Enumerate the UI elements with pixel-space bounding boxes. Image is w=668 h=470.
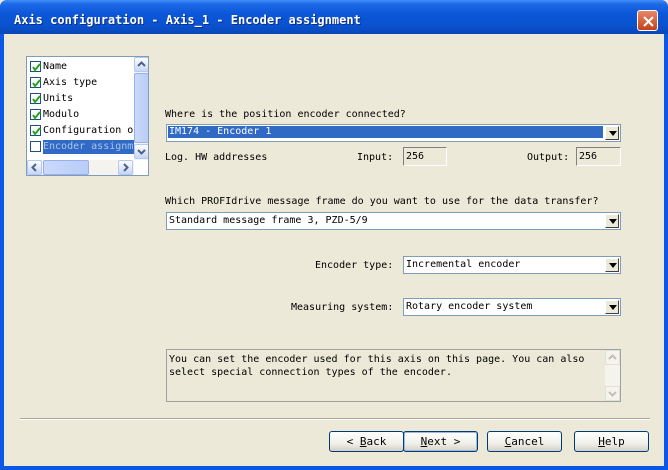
- input-address-field: 256: [403, 147, 447, 166]
- dialog-client-area: Name Axis type Units Modulo Configuratio…: [4, 34, 664, 466]
- input-address-value: 256: [406, 151, 425, 162]
- output-address-label: Output:: [527, 152, 570, 163]
- tree-vertical-scrollbar[interactable]: [134, 57, 148, 160]
- tree-item-label: Axis type: [43, 77, 98, 88]
- checkbox-checked-icon[interactable]: [30, 93, 41, 104]
- window-title: Axis configuration - Axis_1 - Encoder as…: [14, 13, 361, 27]
- encoder-connection-select[interactable]: IM174 - Encoder 1: [166, 124, 621, 142]
- dialog-window: Axis configuration - Axis_1 - Encoder as…: [0, 0, 668, 470]
- scroll-up-icon[interactable]: [134, 57, 148, 72]
- dropdown-arrow-icon[interactable]: [605, 300, 619, 314]
- input-address-label: Input:: [357, 152, 394, 163]
- scroll-up-icon: [605, 350, 620, 365]
- encoder-connection-value: IM174 - Encoder 1: [168, 126, 603, 138]
- profidrive-frame-select[interactable]: Standard message frame 3, PZD-5/9: [166, 212, 621, 230]
- dropdown-arrow-icon[interactable]: [605, 126, 619, 140]
- help-button[interactable]: Help: [574, 431, 649, 452]
- profidrive-frame-value: Standard message frame 3, PZD-5/9: [169, 215, 368, 226]
- encoder-type-value: Incremental encoder: [406, 259, 521, 270]
- info-text-box: You can set the encoder used for this ax…: [166, 349, 621, 402]
- scroll-thumb[interactable]: [43, 160, 89, 175]
- tree-item-modulo[interactable]: Modulo: [29, 107, 135, 123]
- checkbox-checked-icon[interactable]: [30, 109, 41, 120]
- info-text: You can set the encoder used for this ax…: [169, 354, 585, 378]
- tree-item-encoder-assignment[interactable]: Encoder assignm: [29, 139, 135, 155]
- tree-item-label: Configuration o: [43, 125, 134, 136]
- separator: [20, 418, 650, 420]
- info-scrollbar: [605, 350, 620, 401]
- measuring-system-value: Rotary encoder system: [406, 301, 533, 312]
- tree-item-label: Encoder assignm: [43, 140, 135, 154]
- back-button-prefix: <: [346, 435, 360, 448]
- tree-item-units[interactable]: Units: [29, 91, 135, 107]
- tree-item-axis-type[interactable]: Axis type: [29, 75, 135, 91]
- back-button[interactable]: < Back: [329, 431, 404, 452]
- dropdown-arrow-icon[interactable]: [605, 258, 619, 272]
- checkbox-checked-icon[interactable]: [30, 125, 41, 136]
- cancel-button[interactable]: Cancel: [487, 431, 562, 452]
- tree-item-label: Name: [43, 61, 68, 72]
- scroll-right-icon[interactable]: [118, 160, 133, 175]
- checkbox-checked-icon[interactable]: [30, 61, 41, 72]
- encoder-type-label: Encoder type:: [315, 260, 394, 271]
- scroll-left-icon[interactable]: [27, 160, 42, 175]
- help-button-accelerator: H: [598, 435, 605, 448]
- encoder-connection-question: Where is the position encoder connected?: [165, 109, 406, 120]
- checkbox-checked-icon[interactable]: [30, 77, 41, 88]
- checkbox-unchecked-icon[interactable]: [30, 141, 41, 152]
- next-button-label: ext >: [427, 435, 461, 448]
- tree-item-label: Modulo: [43, 109, 80, 120]
- output-address-field: 256: [576, 147, 621, 166]
- title-bar[interactable]: Axis configuration - Axis_1 - Encoder as…: [0, 0, 668, 34]
- measuring-system-label: Measuring system:: [291, 302, 394, 313]
- dropdown-arrow-icon[interactable]: [605, 214, 619, 228]
- measuring-system-select[interactable]: Rotary encoder system: [403, 298, 621, 316]
- tree-item-configuration[interactable]: Configuration o: [29, 123, 135, 139]
- output-address-value: 256: [579, 151, 598, 162]
- help-button-label: elp: [604, 435, 625, 448]
- scroll-down-icon: [605, 386, 620, 401]
- encoder-type-select[interactable]: Incremental encoder: [403, 256, 621, 274]
- next-button[interactable]: Next >: [403, 431, 478, 452]
- hw-addresses-label: Log. HW addresses: [165, 152, 268, 163]
- profidrive-question: Which PROFIdrive message frame do you wa…: [165, 196, 599, 207]
- tree-horizontal-scrollbar[interactable]: [27, 160, 134, 175]
- scroll-down-icon[interactable]: [134, 144, 148, 159]
- close-icon[interactable]: [637, 10, 658, 31]
- navigation-tree[interactable]: Name Axis type Units Modulo Configuratio…: [26, 56, 149, 176]
- cancel-button-label: ancel: [511, 435, 545, 448]
- back-button-accelerator: B: [359, 435, 367, 448]
- back-button-label: ack: [366, 435, 387, 448]
- scroll-thumb[interactable]: [134, 73, 148, 143]
- tree-item-label: Units: [43, 93, 74, 104]
- tree-item-name[interactable]: Name: [29, 59, 135, 75]
